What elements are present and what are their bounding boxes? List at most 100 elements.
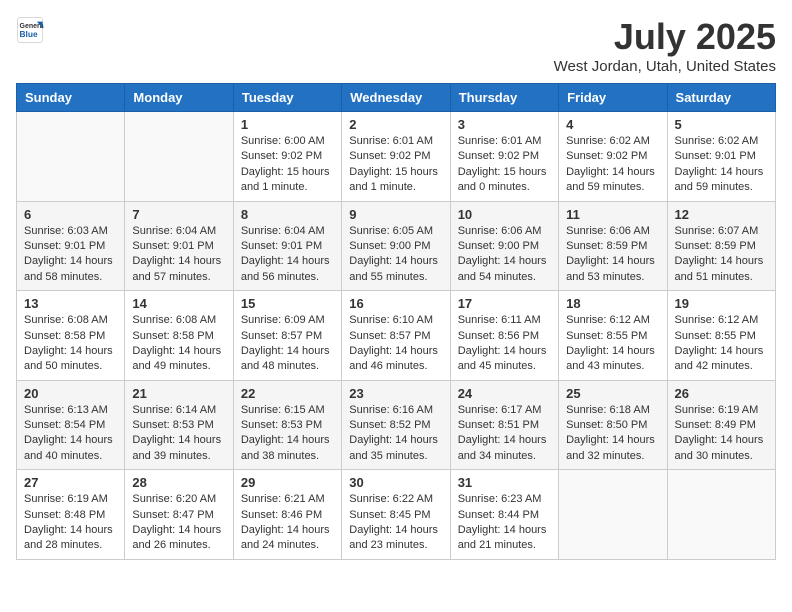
calendar-cell: 20 Sunrise: 6:13 AMSunset: 8:54 PMDayligh… — [17, 380, 125, 470]
logo-icon: General Blue — [16, 16, 44, 44]
day-info: Sunrise: 6:23 AMSunset: 8:44 PMDaylight:… — [458, 492, 551, 554]
calendar-cell: 23 Sunrise: 6:16 AMSunset: 8:52 PMDayligh… — [342, 380, 450, 470]
calendar-cell: 12Sunrise: 6:07 AMSunset: 8:59 PMDayligh… — [667, 201, 775, 291]
calendar-cell — [125, 112, 233, 202]
calendar-cell: 30 Sunrise: 6:22 AMSunset: 8:45 PMDayligh… — [342, 470, 450, 560]
day-number: 14 — [132, 296, 225, 311]
day-info: Sunrise: 6:19 AMSunset: 8:49 PMDaylight:… — [675, 403, 768, 465]
day-number: 1 — [241, 117, 334, 132]
day-info: Sunrise: 6:02 AMSunset: 9:02 PMDaylight:… — [566, 134, 659, 196]
day-info: Sunrise: 6:19 AMSunset: 8:48 PMDaylight:… — [24, 492, 117, 554]
weekday-header-friday: Friday — [559, 84, 667, 112]
weekday-header-tuesday: Tuesday — [233, 84, 341, 112]
day-info: Sunrise: 6:12 AMSunset: 8:55 PMDaylight:… — [566, 313, 659, 375]
calendar-cell: 1 Sunrise: 6:00 AMSunset: 9:02 PMDaylight… — [233, 112, 341, 202]
calendar-cell: 2 Sunrise: 6:01 AMSunset: 9:02 PMDaylight… — [342, 112, 450, 202]
day-info: Sunrise: 6:04 AMSunset: 9:01 PMDaylight:… — [132, 224, 225, 286]
day-info: Sunrise: 6:00 AMSunset: 9:02 PMDaylight:… — [241, 134, 334, 196]
calendar-week-1: 1 Sunrise: 6:00 AMSunset: 9:02 PMDaylight… — [17, 112, 776, 202]
calendar-cell: 4 Sunrise: 6:02 AMSunset: 9:02 PMDaylight… — [559, 112, 667, 202]
calendar-header: SundayMondayTuesdayWednesdayThursdayFrid… — [17, 84, 776, 112]
day-number: 30 — [349, 475, 442, 490]
calendar-cell: 18Sunrise: 6:12 AMSunset: 8:55 PMDayligh… — [559, 291, 667, 381]
calendar-cell: 28Sunrise: 6:20 AMSunset: 8:47 PMDayligh… — [125, 470, 233, 560]
calendar-cell: 7Sunrise: 6:04 AMSunset: 9:01 PMDaylight… — [125, 201, 233, 291]
calendar-week-4: 20 Sunrise: 6:13 AMSunset: 8:54 PMDayligh… — [17, 380, 776, 470]
svg-text:Blue: Blue — [20, 29, 38, 39]
calendar-cell: 13Sunrise: 6:08 AMSunset: 8:58 PMDayligh… — [17, 291, 125, 381]
calendar-cell: 16Sunrise: 6:10 AMSunset: 8:57 PMDayligh… — [342, 291, 450, 381]
calendar-cell: 27 Sunrise: 6:19 AMSunset: 8:48 PMDayligh… — [17, 470, 125, 560]
day-info: Sunrise: 6:04 AMSunset: 9:01 PMDaylight:… — [241, 224, 334, 286]
day-number: 27 — [24, 475, 117, 490]
title-block: July 2025 West Jordan, Utah, United Stat… — [554, 16, 776, 75]
calendar-cell: 31 Sunrise: 6:23 AMSunset: 8:44 PMDayligh… — [450, 470, 558, 560]
day-info: Sunrise: 6:15 AMSunset: 8:53 PMDaylight:… — [241, 403, 334, 465]
day-number: 19 — [675, 296, 768, 311]
main-title: July 2025 — [554, 16, 776, 58]
logo: General Blue — [16, 16, 44, 44]
day-number: 5 — [675, 117, 768, 132]
day-info: Sunrise: 6:01 AMSunset: 9:02 PMDaylight:… — [458, 134, 551, 196]
weekday-header-saturday: Saturday — [667, 84, 775, 112]
day-info: Sunrise: 6:02 AMSunset: 9:01 PMDaylight:… — [675, 134, 768, 196]
calendar-cell: 6Sunrise: 6:03 AMSunset: 9:01 PMDaylight… — [17, 201, 125, 291]
calendar-cell: 10 Sunrise: 6:06 AMSunset: 9:00 PMDayligh… — [450, 201, 558, 291]
day-number: 13 — [24, 296, 117, 311]
day-info: Sunrise: 6:06 AMSunset: 9:00 PMDaylight:… — [458, 224, 551, 286]
calendar-cell: 11Sunrise: 6:06 AMSunset: 8:59 PMDayligh… — [559, 201, 667, 291]
day-number: 26 — [675, 386, 768, 401]
calendar-cell — [17, 112, 125, 202]
weekday-header-monday: Monday — [125, 84, 233, 112]
day-info: Sunrise: 6:01 AMSunset: 9:02 PMDaylight:… — [349, 134, 442, 196]
day-info: Sunrise: 6:17 AMSunset: 8:51 PMDaylight:… — [458, 403, 551, 465]
calendar-cell: 15 Sunrise: 6:09 AMSunset: 8:57 PMDayligh… — [233, 291, 341, 381]
day-number: 2 — [349, 117, 442, 132]
day-info: Sunrise: 6:20 AMSunset: 8:47 PMDaylight:… — [132, 492, 225, 554]
calendar-cell: 21 Sunrise: 6:14 AMSunset: 8:53 PMDayligh… — [125, 380, 233, 470]
day-number: 22 — [241, 386, 334, 401]
day-info: Sunrise: 6:05 AMSunset: 9:00 PMDaylight:… — [349, 224, 442, 286]
calendar-cell: 24 Sunrise: 6:17 AMSunset: 8:51 PMDayligh… — [450, 380, 558, 470]
day-number: 15 — [241, 296, 334, 311]
calendar-body: 1 Sunrise: 6:00 AMSunset: 9:02 PMDaylight… — [17, 112, 776, 560]
calendar-cell: 25 Sunrise: 6:18 AMSunset: 8:50 PMDayligh… — [559, 380, 667, 470]
day-info: Sunrise: 6:14 AMSunset: 8:53 PMDaylight:… — [132, 403, 225, 465]
calendar-cell: 19 Sunrise: 6:12 AMSunset: 8:55 PMDayligh… — [667, 291, 775, 381]
day-info: Sunrise: 6:18 AMSunset: 8:50 PMDaylight:… — [566, 403, 659, 465]
calendar-week-2: 6Sunrise: 6:03 AMSunset: 9:01 PMDaylight… — [17, 201, 776, 291]
weekday-header-wednesday: Wednesday — [342, 84, 450, 112]
day-number: 17 — [458, 296, 551, 311]
day-number: 16 — [349, 296, 442, 311]
day-number: 31 — [458, 475, 551, 490]
day-info: Sunrise: 6:11 AMSunset: 8:56 PMDaylight:… — [458, 313, 551, 375]
day-info: Sunrise: 6:06 AMSunset: 8:59 PMDaylight:… — [566, 224, 659, 286]
day-number: 29 — [241, 475, 334, 490]
day-info: Sunrise: 6:22 AMSunset: 8:45 PMDaylight:… — [349, 492, 442, 554]
calendar-cell: 3Sunrise: 6:01 AMSunset: 9:02 PMDaylight… — [450, 112, 558, 202]
day-number: 24 — [458, 386, 551, 401]
day-info: Sunrise: 6:13 AMSunset: 8:54 PMDaylight:… — [24, 403, 117, 465]
day-info: Sunrise: 6:12 AMSunset: 8:55 PMDaylight:… — [675, 313, 768, 375]
day-number: 10 — [458, 207, 551, 222]
day-number: 23 — [349, 386, 442, 401]
day-info: Sunrise: 6:08 AMSunset: 8:58 PMDaylight:… — [132, 313, 225, 375]
calendar-week-3: 13 Sunrise: 6:08 AMSunset: 8:58 PMDayligh… — [17, 291, 776, 381]
day-number: 12 — [675, 207, 768, 222]
calendar-cell: 14 Sunrise: 6:08 AMSunset: 8:58 PMDayligh… — [125, 291, 233, 381]
weekday-header-thursday: Thursday — [450, 84, 558, 112]
day-number: 4 — [566, 117, 659, 132]
calendar-cell: 5 Sunrise: 6:02 AMSunset: 9:01 PMDaylight… — [667, 112, 775, 202]
weekday-header-row: SundayMondayTuesdayWednesdayThursdayFrid… — [17, 84, 776, 112]
day-number: 25 — [566, 386, 659, 401]
weekday-header-sunday: Sunday — [17, 84, 125, 112]
day-number: 20 — [24, 386, 117, 401]
calendar-week-5: 27 Sunrise: 6:19 AMSunset: 8:48 PMDayligh… — [17, 470, 776, 560]
day-info: Sunrise: 6:16 AMSunset: 8:52 PMDaylight:… — [349, 403, 442, 465]
day-number: 21 — [132, 386, 225, 401]
calendar-cell — [559, 470, 667, 560]
day-number: 9 — [349, 207, 442, 222]
day-info: Sunrise: 6:09 AMSunset: 8:57 PMDaylight:… — [241, 313, 334, 375]
calendar-table: SundayMondayTuesdayWednesdayThursdayFrid… — [16, 83, 776, 560]
day-info: Sunrise: 6:03 AMSunset: 9:01 PMDaylight:… — [24, 224, 117, 286]
